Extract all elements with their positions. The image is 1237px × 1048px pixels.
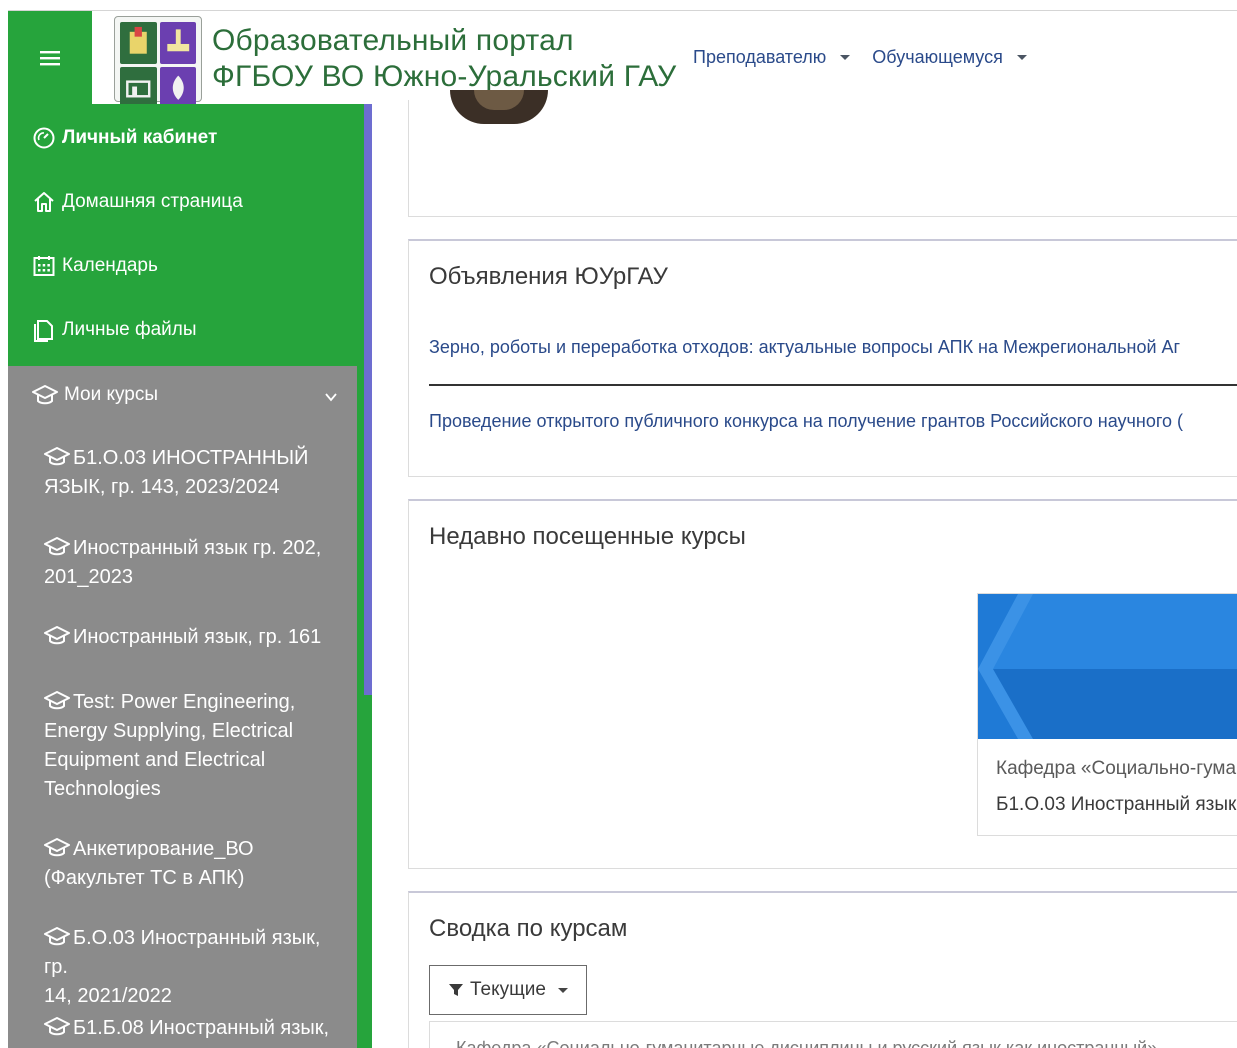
graduation-cap-icon <box>44 447 70 466</box>
announcement-divider <box>429 384 1237 386</box>
menu-teacher-dropdown[interactable]: Преподавателю <box>693 47 851 68</box>
course-title-line: Иностранный язык гр. 202, <box>73 537 322 559</box>
logo-quadrant <box>120 66 157 108</box>
chevron-down-icon[interactable] <box>324 390 338 404</box>
sidebar-item-label: Домашняя страница <box>62 191 243 212</box>
sidebar-item-label: Мои курсы <box>64 384 159 405</box>
sidebar: Личный кабинет Домашняя страница Календа… <box>8 104 372 1048</box>
menu-student-label: Обучающемуся <box>872 47 1003 67</box>
site-title-line1: Образовательный портал <box>212 24 574 57</box>
course-title-line: 14, 2021/2022 <box>44 985 172 1007</box>
sidebar-item-home[interactable]: Домашняя страница <box>32 190 243 214</box>
caret-down-icon <box>557 987 568 993</box>
graduation-cap-icon <box>44 1017 70 1036</box>
site-title[interactable]: Образовательный портал ФГБОУ ВО Южно-Ура… <box>212 23 676 95</box>
sidebar-item-label: Личные файлы <box>62 319 197 340</box>
recent-courses-title: Недавно посещенные курсы <box>429 523 746 550</box>
sidebar-course-item[interactable]: Иностранный язык, гр. 161 <box>44 623 344 652</box>
site-title-line2: ФГБОУ ВО Южно-Уральский ГАУ <box>212 60 677 93</box>
sidebar-course-item[interactable]: Б1.Б.08 Иностранный язык, <box>44 1014 344 1043</box>
course-title-line: Technologies <box>44 778 161 800</box>
sidebar-course-item[interactable]: Б1.О.03 ИНОСТРАННЫЙ ЯЗЫК, гр. 143, 2023/2… <box>44 444 344 502</box>
course-title-line: Б1.Б.08 Иностранный язык, <box>73 1017 330 1039</box>
filter-dropdown-button[interactable]: Текущие <box>429 965 587 1015</box>
course-overview-item[interactable]: Кафедра «Социально-гуманитарные дисципли… <box>429 1021 1237 1048</box>
announcements-title: Объявления ЮУрГАУ <box>429 263 668 290</box>
recent-course-card[interactable]: Кафедра «Социально-гума Б1.О.03 Иностран… <box>977 593 1237 836</box>
sidebar-item-dashboard[interactable]: Личный кабинет <box>32 126 217 150</box>
course-title-line: Equipment and Electrical <box>44 749 266 771</box>
calendar-icon <box>33 256 55 276</box>
course-overview-title: Сводка по курсам <box>429 915 628 942</box>
logo-quadrant <box>159 22 196 64</box>
announcements-card: Объявления ЮУрГАУ Зерно, роботы и перера… <box>408 239 1237 477</box>
filter-label: Текущие <box>470 979 546 1000</box>
course-title-line: Анкетирование_ВО <box>73 838 254 860</box>
menu-teacher-label: Преподавателю <box>693 47 827 67</box>
top-menu: Преподавателю Обучающемуся <box>693 47 1027 68</box>
caret-down-icon <box>1016 55 1027 60</box>
top-navbar: Образовательный портал ФГБОУ ВО Южно-Ура… <box>8 10 1237 108</box>
graduation-cap-icon <box>44 537 70 556</box>
window-left-edge <box>0 0 8 1048</box>
menu-student-dropdown[interactable]: Обучающемуся <box>872 47 1027 68</box>
course-title-line: Energy Supplying, Electrical <box>44 720 294 742</box>
home-icon <box>34 192 54 212</box>
hamburger-icon <box>40 51 60 66</box>
sidebar-item-calendar[interactable]: Календарь <box>32 254 158 278</box>
menu-toggle-button[interactable] <box>8 11 92 105</box>
graduation-cap-icon <box>44 691 70 710</box>
sidebar-course-item[interactable]: Б.О.03 Иностранный язык, гр. 14, 2021/202… <box>44 924 344 1011</box>
sidebar-item-files[interactable]: Личные файлы <box>32 318 197 342</box>
files-icon <box>34 320 53 342</box>
sidebar-item-label: Календарь <box>62 255 158 276</box>
logo-quadrant <box>120 22 157 64</box>
sidebar-course-item[interactable]: Test: Power Engineering, Energy Supplying… <box>44 688 344 804</box>
caret-down-icon <box>840 55 851 60</box>
course-title-line: ЯЗЫК, гр. 143, 2023/2024 <box>44 476 280 498</box>
graduation-cap-icon <box>32 385 58 405</box>
course-category: Кафедра «Социально-гума <box>996 758 1237 779</box>
course-overview-category: Кафедра «Социально-гуманитарные дисципли… <box>456 1038 1158 1048</box>
course-image <box>978 594 1237 739</box>
course-overview-card: Сводка по курсам Текущие Кафедра «Социал… <box>408 891 1237 1048</box>
dashboard-icon <box>33 127 55 149</box>
graduation-cap-icon <box>44 927 70 946</box>
sidebar-scrollbar[interactable] <box>364 104 372 695</box>
announcement-link[interactable]: Проведение открытого публичного конкурса… <box>429 411 1183 432</box>
sidebar-item-label: Личный кабинет <box>62 127 218 148</box>
course-title-line: 201_2023 <box>44 566 133 588</box>
window-top-edge <box>0 0 1237 10</box>
graduation-cap-icon <box>44 626 70 645</box>
course-name[interactable]: Б1.О.03 Иностранный язык <box>996 794 1236 816</box>
course-title-line: (Факультет ТС в АПК) <box>44 867 245 889</box>
course-title-line: Test: Power Engineering, <box>73 691 296 713</box>
announcement-link[interactable]: Зерно, роботы и переработка отходов: акт… <box>429 337 1180 358</box>
course-title-line: Б.О.03 Иностранный язык, гр. <box>44 927 321 978</box>
course-title-line: Иностранный язык, гр. 161 <box>73 626 322 648</box>
sidebar-course-item[interactable]: Анкетирование_ВО (Факультет ТС в АПК) <box>44 835 344 893</box>
sidebar-item-my-courses[interactable]: Мои курсы <box>32 382 158 408</box>
logo-quadrant <box>159 66 196 108</box>
graduation-cap-icon <box>44 838 70 857</box>
course-title-line: Б1.О.03 ИНОСТРАННЫЙ <box>73 447 309 469</box>
filter-icon <box>449 984 464 996</box>
site-logo[interactable] <box>114 16 202 108</box>
sidebar-course-item[interactable]: Иностранный язык гр. 202, 201_2023 <box>44 534 344 592</box>
